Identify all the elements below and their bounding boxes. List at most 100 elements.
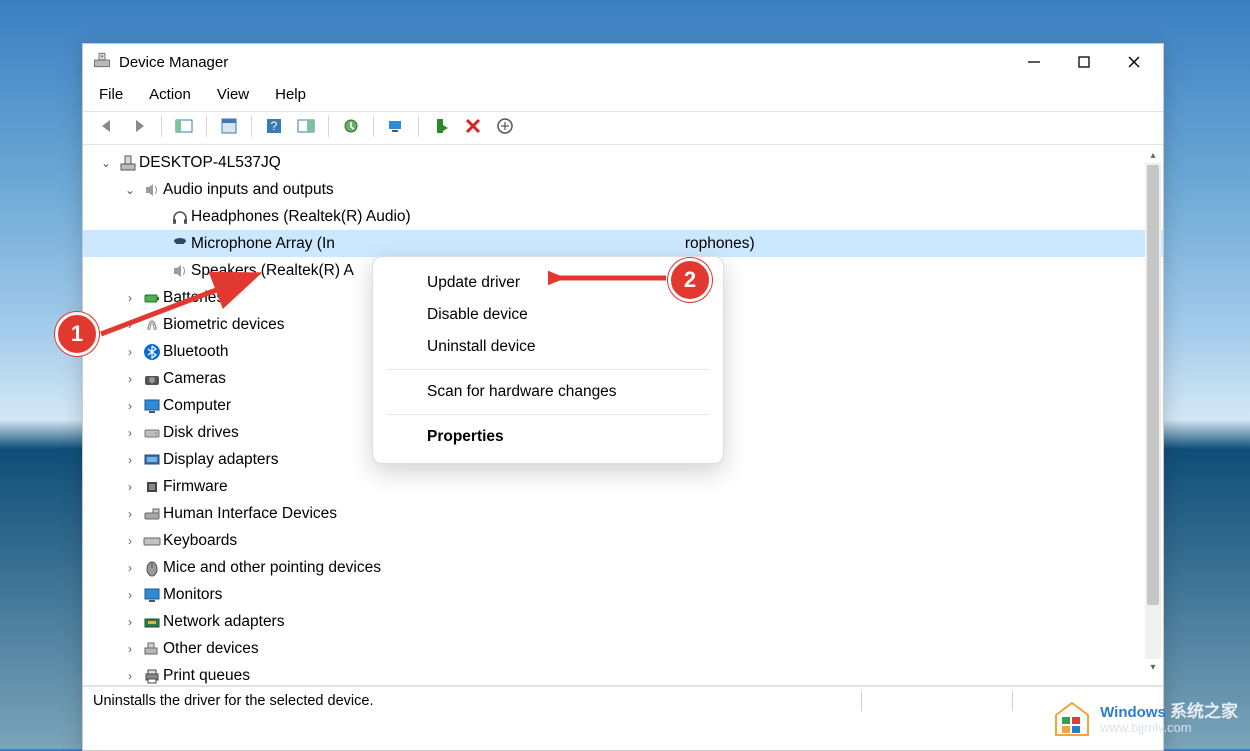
watermark-brand-en: Windows xyxy=(1100,704,1166,721)
window-title: Device Manager xyxy=(119,54,228,71)
bluetooth-icon xyxy=(141,343,163,361)
context-separator xyxy=(387,369,709,370)
tree-root[interactable]: ⌄ DESKTOP-4L537JQ xyxy=(83,149,1163,176)
minimize-button[interactable] xyxy=(1009,44,1059,80)
chevron-right-icon: › xyxy=(123,534,137,548)
mouse-icon xyxy=(141,559,163,577)
speaker-icon xyxy=(141,181,163,199)
disk-icon xyxy=(141,424,163,442)
category-label: Bluetooth xyxy=(163,343,229,361)
scan-button[interactable] xyxy=(491,114,519,138)
category-label: Firmware xyxy=(163,478,228,496)
device-label: Microphone Array (In xyxy=(191,235,335,253)
chip-icon xyxy=(141,478,163,496)
toolbar-separator xyxy=(206,115,207,137)
tree-category-monitors[interactable]: › Monitors xyxy=(83,581,1163,608)
tree-category-firmware[interactable]: › Firmware xyxy=(83,473,1163,500)
display-adapter-icon xyxy=(141,451,163,469)
context-separator xyxy=(387,414,709,415)
monitor-icon xyxy=(141,586,163,604)
chevron-right-icon: › xyxy=(123,642,137,656)
watermark-logo-icon xyxy=(1052,699,1092,739)
chevron-right-icon: › xyxy=(123,345,137,359)
watermark-brand-cn: 系统之家 xyxy=(1170,702,1238,721)
menu-help[interactable]: Help xyxy=(275,86,306,103)
svg-text:?: ? xyxy=(271,119,278,133)
category-label: Print queues xyxy=(163,667,250,685)
tree-category-hid[interactable]: ›Human Interface Devices xyxy=(83,500,1163,527)
tree-item-headphones[interactable]: Headphones (Realtek(R) Audio) xyxy=(83,203,1163,230)
chevron-right-icon: › xyxy=(123,480,137,494)
back-button[interactable] xyxy=(93,114,121,138)
show-hide-tree-button[interactable] xyxy=(170,114,198,138)
other-devices-icon xyxy=(141,640,163,658)
action-button[interactable] xyxy=(292,114,320,138)
menu-file[interactable]: File xyxy=(99,86,123,103)
tree-category-print[interactable]: › Print queues xyxy=(83,662,1163,686)
chevron-down-icon: ⌄ xyxy=(123,183,137,197)
forward-button[interactable] xyxy=(125,114,153,138)
toolbar-separator xyxy=(328,115,329,137)
category-label: Mice and other pointing devices xyxy=(163,559,381,577)
enable-button[interactable] xyxy=(427,114,455,138)
tree-category-audio[interactable]: ⌄ Audio inputs and outputs xyxy=(83,176,1163,203)
printer-icon xyxy=(141,667,163,685)
scrollbar-thumb[interactable] xyxy=(1147,165,1159,605)
toolbar: ? xyxy=(83,111,1163,144)
context-scan[interactable]: Scan for hardware changes xyxy=(373,376,723,408)
help-button[interactable]: ? xyxy=(260,114,288,138)
app-icon xyxy=(93,51,119,73)
watermark: Windows 系统之家 www.bjjmlv.com xyxy=(1052,699,1238,739)
network-icon xyxy=(141,613,163,631)
update-driver-button[interactable] xyxy=(337,114,365,138)
tree-item-microphone[interactable]: Microphone Array (In rophones) xyxy=(83,230,1163,257)
scroll-up-arrow-icon[interactable]: ▴ xyxy=(1145,147,1161,163)
menu-view[interactable]: View xyxy=(217,86,249,103)
annotation-arrow-1 xyxy=(95,268,265,343)
statusbar-divider xyxy=(1012,691,1013,711)
hid-icon xyxy=(141,505,163,523)
category-label: Human Interface Devices xyxy=(163,505,337,523)
annotation-badge-2: 2 xyxy=(668,258,712,302)
context-uninstall-device[interactable]: Uninstall device xyxy=(373,331,723,363)
device-label: Headphones (Realtek(R) Audio) xyxy=(191,208,411,226)
category-label: Monitors xyxy=(163,586,222,604)
context-disable-device[interactable]: Disable device xyxy=(373,299,723,331)
monitor-icon xyxy=(141,397,163,415)
context-properties[interactable]: Properties xyxy=(373,421,723,453)
properties-button[interactable] xyxy=(215,114,243,138)
chevron-right-icon: › xyxy=(123,399,137,413)
annotation-callout-1: 1 xyxy=(55,312,99,356)
disable-button[interactable] xyxy=(382,114,410,138)
annotation-callout-2: 2 xyxy=(668,258,712,302)
computer-icon xyxy=(117,154,139,172)
tree-category-mice[interactable]: ›Mice and other pointing devices xyxy=(83,554,1163,581)
category-label: Cameras xyxy=(163,370,226,388)
device-label-tail: rophones) xyxy=(685,235,755,253)
category-label: Computer xyxy=(163,397,231,415)
tree-root-label: DESKTOP-4L537JQ xyxy=(139,154,281,172)
vertical-scrollbar[interactable]: ▴ ▾ xyxy=(1145,147,1161,675)
chevron-right-icon: › xyxy=(123,669,137,683)
annotation-arrow-2 xyxy=(548,270,673,286)
tree-category-network[interactable]: ›Network adapters xyxy=(83,608,1163,635)
uninstall-button[interactable] xyxy=(459,114,487,138)
toolbar-separator xyxy=(418,115,419,137)
category-label: Other devices xyxy=(163,640,259,658)
chevron-right-icon: › xyxy=(123,588,137,602)
close-button[interactable] xyxy=(1109,44,1159,80)
category-label: Keyboards xyxy=(163,532,237,550)
microphone-icon xyxy=(169,235,191,253)
category-label: Display adapters xyxy=(163,451,278,469)
maximize-button[interactable] xyxy=(1059,44,1109,80)
tree-category-keyboards[interactable]: › Keyboards xyxy=(83,527,1163,554)
annotation-badge-1: 1 xyxy=(55,312,99,356)
menu-action[interactable]: Action xyxy=(149,86,191,103)
tree-category-other[interactable]: › Other devices xyxy=(83,635,1163,662)
category-label: Disk drives xyxy=(163,424,239,442)
statusbar-divider xyxy=(861,691,862,711)
titlebar: Device Manager xyxy=(83,44,1163,80)
scroll-down-arrow-icon[interactable]: ▾ xyxy=(1145,659,1161,675)
chevron-down-icon: ⌄ xyxy=(99,156,113,170)
menubar: File Action View Help xyxy=(83,80,1163,111)
